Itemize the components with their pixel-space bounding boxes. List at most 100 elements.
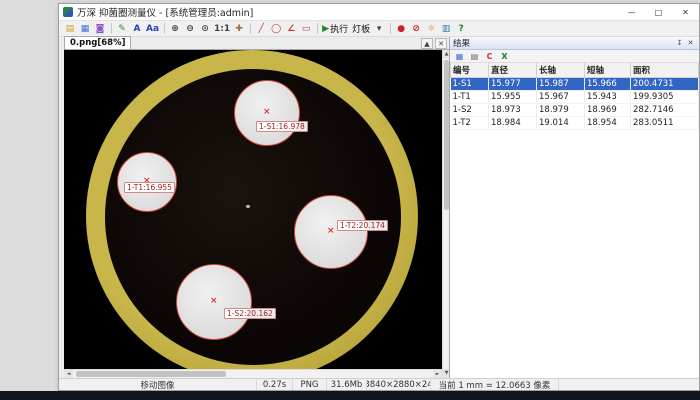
tab-0png[interactable]: 0.png[68%] [64, 36, 131, 49]
status-segment: 移动图像 [59, 379, 257, 390]
panel-close-icon[interactable]: ✕ [685, 38, 696, 49]
status-bar: 移动图像0.27sPNG31.6Mb3840×2880×24当前 1 mm = … [59, 378, 699, 390]
results-table-container: 编号直径长轴短轴面积 1-S115.97715.98715.966200.473… [450, 63, 699, 378]
table-column-header[interactable]: 短轴 [585, 63, 631, 77]
maximize-button[interactable]: □ [645, 4, 672, 21]
status-segment: 当前 1 mm = 12.0663 像素 [431, 379, 559, 390]
table-cell: 15.977 [489, 77, 537, 90]
measurement-label-1-s1: 1-S1:16.978 [256, 121, 308, 132]
table-column-header[interactable]: 直径 [489, 63, 537, 77]
client-area: 0.png[68%] ▲ ✕ × × × × [59, 37, 699, 378]
title-bar: 万深 抑菌圈测量仪 - [系统管理员:admin] — □ ✕ [59, 4, 699, 21]
horizontal-scrollbar[interactable]: ◄ ► [64, 369, 442, 378]
scroll-right-icon[interactable]: ► [433, 370, 442, 378]
chart-icon[interactable]: ▥ [439, 22, 453, 35]
table-cell: 1-T2 [451, 116, 489, 129]
font-small-icon[interactable]: Aa [145, 22, 160, 35]
main-toolbar: ▤▦◙ ✎AAa ⊕⊖⊙1:1✚ ╱◯∠▭ ▶执行灯板▾ ●⊘☼▥? [59, 21, 699, 37]
results-toolbar: ▦▤CX [450, 50, 699, 63]
table-cell: 1-S2 [451, 103, 489, 116]
panel-excel-icon[interactable]: X [498, 51, 511, 62]
pin-icon[interactable]: ↧ [674, 38, 685, 49]
table-column-header[interactable]: 编号 [451, 63, 489, 77]
center-mark-icon: × [263, 108, 271, 117]
image-pane: 0.png[68%] ▲ ✕ × × × × [59, 37, 449, 378]
help-icon[interactable]: ? [454, 22, 468, 35]
table-cell: 18.969 [585, 103, 631, 116]
table-cell: 15.967 [537, 90, 585, 103]
status-segment: PNG [293, 379, 327, 390]
table-cell: 200.4731 [631, 77, 699, 90]
table-cell: 18.984 [489, 116, 537, 129]
open-image-icon[interactable]: ▤ [63, 22, 77, 35]
status-segment: 31.6Mb [327, 379, 367, 390]
annotate-icon[interactable]: ✎ [115, 22, 129, 35]
measure-angle-icon[interactable]: ∠ [284, 22, 298, 35]
stop-icon[interactable]: ⊘ [409, 22, 423, 35]
measurement-label-1-s2: 1-S2:20.162 [224, 308, 276, 319]
table-row[interactable]: 1-S218.97318.97918.969282.7146 [451, 103, 699, 116]
table-cell: 15.955 [489, 90, 537, 103]
window-controls: — □ ✕ [618, 4, 699, 21]
table-cell: 15.987 [537, 77, 585, 90]
measurement-label-1-t1: 1-T1:16.955 [124, 182, 175, 193]
capture-icon[interactable]: ◙ [93, 22, 107, 35]
table-cell: 15.943 [585, 90, 631, 103]
measure-line-icon[interactable]: ╱ [254, 22, 268, 35]
center-mark-icon: × [210, 297, 218, 306]
zoom-out-icon[interactable]: ⊖ [183, 22, 197, 35]
table-row[interactable]: 1-T218.98419.01418.954283.0511 [451, 116, 699, 129]
windows-taskbar[interactable] [0, 391, 700, 400]
dropdown-icon[interactable]: ▾ [372, 22, 386, 35]
table-cell: 15.966 [585, 77, 631, 90]
toolbar-separator [111, 23, 112, 34]
close-tab-icon[interactable]: ✕ [435, 38, 447, 49]
table-header-row: 编号直径长轴短轴面积 [451, 63, 699, 77]
reflection-speck [246, 205, 250, 208]
font-large-icon[interactable]: A [130, 22, 144, 35]
screen: 万深 抑菌圈测量仪 - [系统管理员:admin] — □ ✕ ▤▦◙✎AAa⊕… [0, 0, 700, 400]
tab-bar: 0.png[68%] ▲ ✕ [64, 37, 449, 50]
image-view[interactable]: × × × × 1-S1:16.978 1-T1:16.955 1-T2:20.… [64, 50, 442, 380]
results-panel-header: 结果 ↧ ✕ [450, 37, 699, 50]
record-icon[interactable]: ● [394, 22, 408, 35]
lightboard-button[interactable]: 灯板 [350, 22, 371, 35]
measure-rect-icon[interactable]: ▭ [299, 22, 313, 35]
panel-print-icon[interactable]: ▤ [468, 51, 481, 62]
collapse-pane-icon[interactable]: ▲ [421, 38, 433, 49]
status-segment: 3840×2880×24 [367, 379, 431, 390]
lamp-icon[interactable]: ☼ [424, 22, 438, 35]
minimize-button[interactable]: — [618, 4, 645, 21]
status-segment [559, 379, 699, 390]
panel-copy-icon[interactable]: C [483, 51, 496, 62]
results-panel-title: 结果 [453, 37, 674, 49]
table-cell: 19.014 [537, 116, 585, 129]
table-row[interactable]: 1-S115.97715.98715.966200.4731 [451, 77, 699, 90]
panel-save-icon[interactable]: ▦ [453, 51, 466, 62]
scroll-left-icon[interactable]: ◄ [64, 370, 73, 378]
table-column-header[interactable]: 面积 [631, 63, 699, 77]
horizontal-scroll-thumb[interactable] [76, 371, 226, 377]
run-button[interactable]: ▶执行 [321, 22, 349, 35]
save-icon[interactable]: ▦ [78, 22, 92, 35]
table-cell: 283.0511 [631, 116, 699, 129]
toolbar-separator [250, 23, 251, 34]
table-cell: 282.7146 [631, 103, 699, 116]
table-cell: 1-T1 [451, 90, 489, 103]
pan-icon[interactable]: ✚ [232, 22, 246, 35]
table-row[interactable]: 1-T115.95515.96715.943199.9305 [451, 90, 699, 103]
results-table: 编号直径长轴短轴面积 1-S115.97715.98715.966200.473… [450, 63, 699, 130]
table-cell: 1-S1 [451, 77, 489, 90]
measurement-label-1-t2: 1-T2:20.174 [337, 220, 388, 231]
zoom-100-icon[interactable]: 1:1 [213, 22, 231, 35]
zoom-in-icon[interactable]: ⊕ [168, 22, 182, 35]
app-window: 万深 抑菌圈测量仪 - [系统管理员:admin] — □ ✕ ▤▦◙✎AAa⊕… [58, 3, 700, 391]
close-button[interactable]: ✕ [672, 4, 699, 21]
table-cell: 18.954 [585, 116, 631, 129]
vertical-scrollbar[interactable]: ▲ ▼ [442, 50, 449, 378]
table-column-header[interactable]: 长轴 [537, 63, 585, 77]
measure-circle-icon[interactable]: ◯ [269, 22, 283, 35]
status-segment: 0.27s [257, 379, 293, 390]
zoom-fit-icon[interactable]: ⊙ [198, 22, 212, 35]
toolbar-separator [164, 23, 165, 34]
